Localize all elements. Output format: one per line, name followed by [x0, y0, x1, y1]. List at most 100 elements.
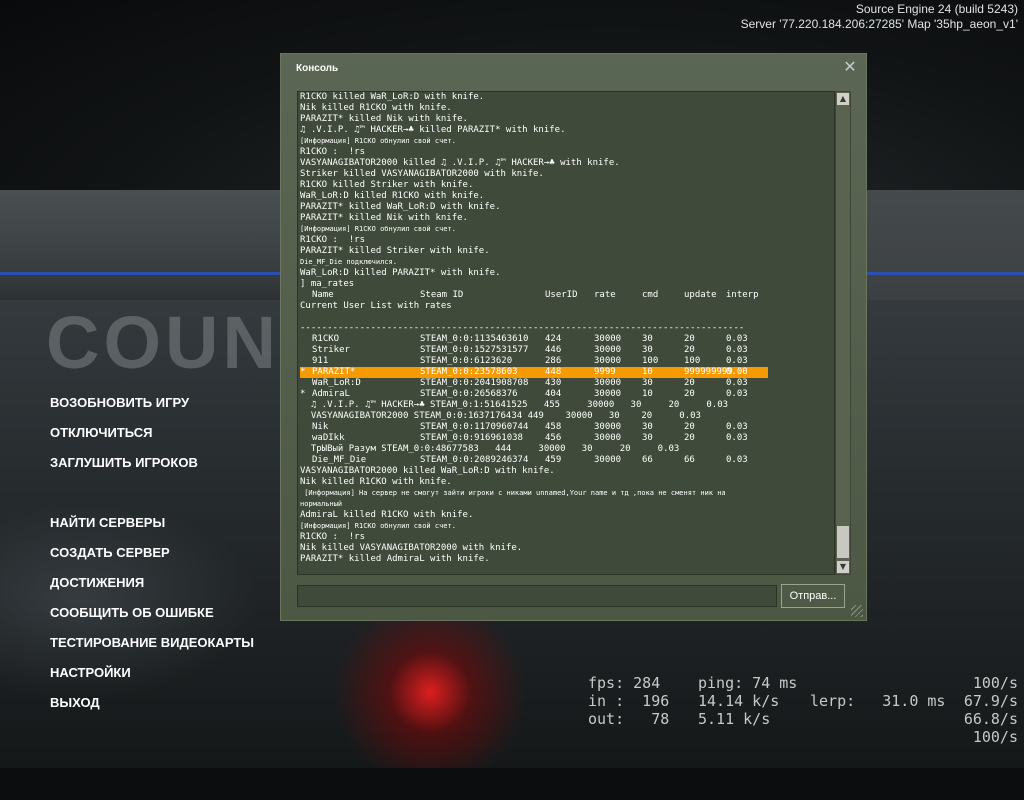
console-log-line: PARAZIT* killed AdmiraL with knife. — [300, 554, 490, 564]
netgraph-row-1: fps: 284 ping: 74 ms 100/s — [588, 674, 1020, 692]
menu-item-disconnect[interactable]: ОТКЛЮЧИТЬСЯ — [50, 425, 153, 440]
netgraph-lerp: lerp: 31.0 ms — [810, 692, 946, 710]
netgraph-rate-2: 67.9/s — [963, 692, 1018, 710]
rates-rate: 9999 — [594, 367, 616, 377]
rates-update: 20 — [684, 389, 695, 399]
netgraph-rate-3: 66.8/s — [963, 710, 1018, 728]
console-log-line: R1CKO : !rs — [300, 147, 366, 157]
rates-row: Die_MF_Die STEAM_0:0:2089246374 459 30000 66… — [300, 455, 830, 466]
console-log-line: AdmiraL killed R1CKO with knife. — [300, 510, 474, 520]
rates-interp: 0.03 — [726, 422, 748, 432]
rates-interp: 0.00 — [726, 367, 748, 377]
netgraph-in: in : 196 — [588, 692, 670, 710]
rates-name: R1CKO — [312, 334, 340, 344]
background-wall-left — [0, 190, 290, 310]
console-log-line: PARAZIT* killed WaR_LoR:D with knife. — [300, 202, 501, 212]
console-log-line: ♫ .V.I.P. ♫™ HACKER→♣ killed PARAZIT* wi… — [300, 125, 566, 135]
rates-interp: 0.03 — [726, 378, 748, 388]
rates-interp: 0.03 — [726, 334, 748, 344]
menu-item-options[interactable]: НАСТРОЙКИ — [50, 665, 131, 680]
netgraph-row-3: out: 78 5.11 k/s 66.8/s — [588, 710, 1020, 728]
menu-item-create-server[interactable]: СОЗДАТЬ СЕРВЕР — [50, 545, 170, 560]
rates-update: 66 — [684, 455, 695, 465]
rates-header-rate: rate — [594, 290, 616, 300]
menu-item-report-bug[interactable]: СООБЩИТЬ ОБ ОШИБКЕ — [50, 605, 214, 620]
rates-steam-id: STEAM_0:0:2041908708 — [420, 378, 529, 388]
scrollbar-thumb[interactable] — [837, 526, 849, 558]
console-log-line: WaR_LoR:D killed R1CKO with knife. — [300, 191, 485, 201]
console-log-line: WaR_LoR:D killed PARAZIT* with knife. — [300, 268, 501, 278]
rates-name: Striker — [312, 345, 350, 355]
send-button[interactable]: Отправ... — [781, 584, 845, 608]
menu-item-achievements[interactable]: ДОСТИЖЕНИЯ — [50, 575, 144, 590]
scroll-down-icon[interactable]: ▼ — [837, 561, 849, 573]
console-window: Консоль ✕ R1CKO killed WaR_LoR:D with kn… — [280, 53, 867, 621]
resize-grip-icon[interactable] — [851, 605, 863, 617]
rates-userid: 459 — [545, 455, 562, 465]
netgraph-rate-1: 100/s — [972, 674, 1018, 692]
console-log-line: R1CKO killed WaR_LoR:D with knife. — [300, 92, 485, 102]
console-scrollbar[interactable]: ▲ ▼ — [835, 91, 851, 575]
rates-interp: 0.03 — [726, 433, 748, 443]
console-log-line: Nik killed VASYANAGIBATOR2000 with knife… — [300, 543, 523, 553]
console-log-line: Nik killed R1CKO with knife. — [300, 477, 452, 487]
netgraph-out: out: 78 — [588, 710, 670, 728]
rates-userid: 458 — [545, 422, 562, 432]
netgraph-ping: ping: 74 ms — [698, 674, 798, 692]
rates-update: 20 — [684, 378, 695, 388]
rates-interp: 0.03 — [726, 356, 748, 366]
console-lines: R1CKO killed WaR_LoR:D with knife. Nik ki… — [300, 92, 830, 565]
server-info: Server '77.220.184.206:27285' Map '35hp_… — [740, 17, 1018, 31]
menu-item-video-stress-test[interactable]: ТЕСТИРОВАНИЕ ВИДЕОКАРТЫ — [50, 635, 254, 650]
rates-update: 20 — [684, 345, 695, 355]
console-log-line: нормальный — [300, 500, 343, 508]
rates-rate: 30000 — [594, 378, 622, 388]
rates-row: 911 STEAM_0:0:6123620 286 30000 100 100 0.03 — [300, 356, 830, 367]
console-log-line: [Информация] R1CKO обнулил свой счет. — [300, 137, 456, 145]
console-command-input[interactable] — [297, 585, 777, 607]
rates-steam-id: STEAM_0:0:1527531577 — [420, 345, 529, 355]
netgraph-row-2: in : 196 14.14 k/s lerp: 31.0 ms 67.9/s — [588, 692, 1020, 710]
rates-userid: 430 — [545, 378, 562, 388]
rates-interp: 0.03 — [726, 455, 748, 465]
rates-mark: * — [300, 389, 306, 399]
menu-item-find-servers[interactable]: НАЙТИ СЕРВЕРЫ — [50, 515, 165, 530]
rates-steam-id: STEAM_0:0:2089246374 — [420, 455, 529, 465]
menu-item-mute-players[interactable]: ЗАГЛУШИТЬ ИГРОКОВ — [50, 455, 198, 470]
rates-header-update: update — [684, 290, 717, 300]
rates-interp: 0.03 — [726, 345, 748, 355]
netgraph-row-4: 100/s — [588, 728, 1020, 746]
menu-item-quit[interactable]: ВЫХОД — [50, 695, 100, 710]
console-log-line: [Информация] R1CKO обнулил свой счет. — [300, 522, 456, 530]
rates-header: Name Steam ID UserID rate cmd update interp — [300, 290, 830, 301]
menu-item-resume[interactable]: ВОЗОБНОВИТЬ ИГРУ — [50, 395, 189, 410]
rates-row: * PARAZIT* STEAM_0:0:23578603 448 9999 10 9999… — [300, 367, 768, 378]
rates-mark: * — [300, 367, 306, 377]
rates-rate: 30000 — [594, 455, 622, 465]
scroll-up-icon[interactable]: ▲ — [837, 93, 849, 105]
rates-cmd: 100 — [642, 356, 659, 366]
netgraph-fps: fps: 284 — [588, 674, 661, 692]
rates-cmd: 10 — [642, 367, 653, 377]
rates-row: WaR_LoR:D STEAM_0:0:2041908708 430 30000 30 2… — [300, 378, 830, 389]
console-log-line: [Информация] R1CKO обнулил свой счет. — [300, 225, 456, 233]
console-output: R1CKO killed WaR_LoR:D with knife. Nik ki… — [297, 91, 835, 575]
rates-steam-id: STEAM_0:0:26568376 — [420, 389, 518, 399]
rates-header-interp: interp — [726, 290, 759, 300]
rates-rate: 30000 — [594, 422, 622, 432]
rates-steam-id: STEAM_0:0:916961038 — [420, 433, 523, 443]
console-log-line: [Информация] На сервер не смогут зайти и… — [300, 489, 726, 497]
rates-row-raw: ТрЫВый Разум STEAM_0:0:48677583 444 3000… — [300, 444, 680, 454]
rates-userid: 404 — [545, 389, 562, 399]
rates-header-cmd: cmd — [642, 290, 659, 300]
rates-header-steam-id: Steam ID — [420, 290, 464, 300]
close-icon[interactable]: ✕ — [843, 59, 857, 75]
rates-cmd: 30 — [642, 433, 653, 443]
console-log-line: VASYANAGIBATOR2000 killed WaR_LoR:D with… — [300, 466, 555, 476]
rates-steam-id: STEAM_0:0:23578603 — [420, 367, 518, 377]
rates-name: 911 — [312, 356, 329, 366]
console-log-line: R1CKO : !rs — [300, 235, 366, 245]
rates-name: Nik — [312, 422, 329, 432]
console-log-line: R1CKO killed Striker with knife. — [300, 180, 474, 190]
rates-userid: 456 — [545, 433, 562, 443]
